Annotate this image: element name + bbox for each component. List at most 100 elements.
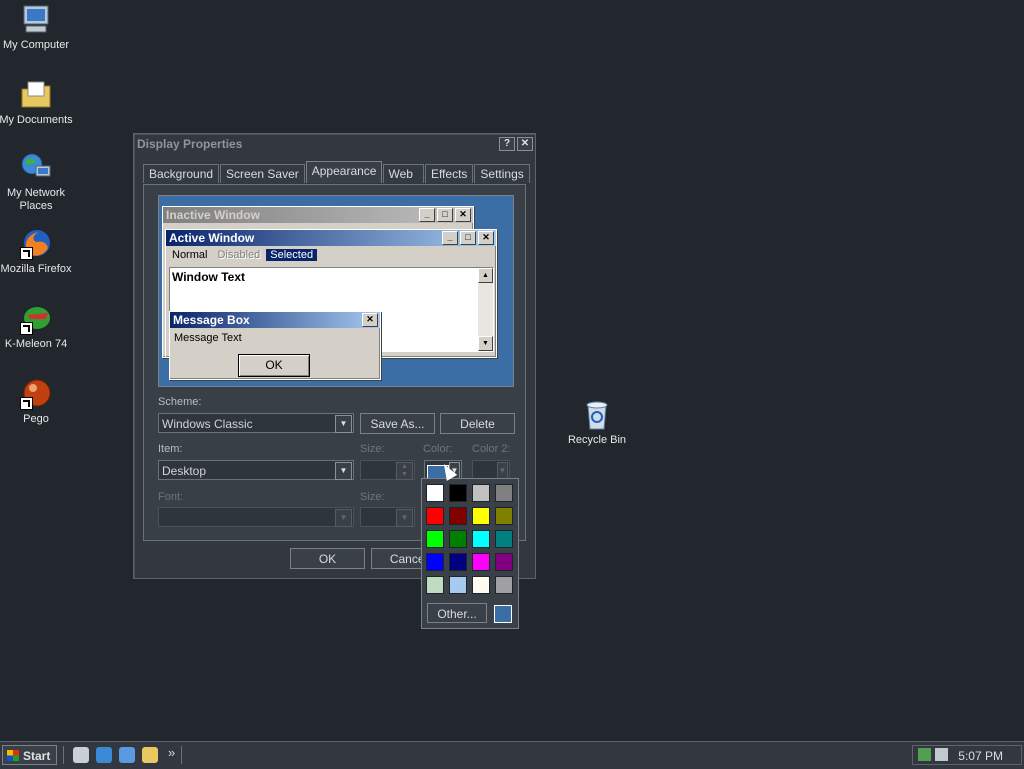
maximize-icon: □	[437, 208, 453, 222]
msgbox-title: Message Box	[173, 313, 250, 327]
tab-background[interactable]: Background	[143, 164, 220, 183]
desktop-icon-recycle-bin[interactable]: Recycle Bin	[559, 399, 635, 447]
close-icon: ✕	[455, 208, 471, 222]
recycle-bin-icon	[581, 399, 613, 431]
font-size-select[interactable]: ▼	[360, 507, 415, 527]
shortcut-arrow-icon	[20, 247, 33, 260]
k-meleon-icon	[20, 303, 52, 335]
other-color-button[interactable]: Other...	[427, 603, 487, 623]
menu-selected: Selected	[266, 248, 318, 261]
item-select[interactable]: Desktop ▼	[158, 460, 354, 480]
inactive-caption: Inactive Window _ □ ✕	[163, 207, 473, 223]
scheme-value: Windows Classic	[162, 417, 253, 431]
active-window-title: Active Window	[169, 231, 255, 245]
desktop-icon-my-documents[interactable]: My Documents	[0, 79, 74, 127]
color-swatch[interactable]	[472, 553, 490, 571]
chevron-down-icon[interactable]: ▼	[335, 415, 352, 433]
color-swatch[interactable]	[495, 576, 513, 594]
color2-label: Color 2:	[472, 443, 511, 455]
tab-web[interactable]: Web	[383, 164, 424, 183]
window-text: Window Text	[172, 270, 245, 284]
appearance-preview[interactable]: Inactive Window _ □ ✕ Active Window _ □ …	[158, 195, 514, 387]
scheme-select[interactable]: Windows Classic ▼	[158, 413, 354, 433]
item-label: Item:	[158, 443, 183, 455]
color-swatch[interactable]	[426, 530, 444, 548]
color-swatch[interactable]	[426, 576, 444, 594]
my-computer-icon	[20, 4, 52, 36]
desktop-icon-label: Mozilla Firefox	[0, 263, 72, 275]
preview-scrollbar: ▲ ▼	[478, 268, 493, 351]
color-swatch[interactable]	[472, 576, 490, 594]
size-spinner[interactable]: ▲ ▼	[360, 460, 415, 480]
scheme-label: Scheme:	[158, 396, 202, 408]
tab-screen-saver[interactable]: Screen Saver	[220, 164, 305, 183]
chevron-down-icon[interactable]: ▼	[335, 462, 352, 480]
tab-appearance[interactable]: Appearance	[305, 161, 383, 183]
color-swatch[interactable]	[495, 553, 513, 571]
tab-effects[interactable]: Effects	[424, 164, 474, 183]
menu-normal: Normal	[172, 248, 208, 261]
other-color-swatch[interactable]	[494, 605, 512, 623]
color-swatch[interactable]	[426, 484, 444, 502]
close-icon: ✕	[362, 313, 378, 327]
color-swatch[interactable]	[495, 530, 513, 548]
desktop-icon-label: My Documents	[0, 114, 73, 126]
color-swatch[interactable]	[426, 507, 444, 525]
tray-icon-app[interactable]	[918, 748, 931, 761]
help-button[interactable]: ?	[499, 137, 515, 151]
color-swatch[interactable]	[495, 507, 513, 525]
desktop-icon-my-computer[interactable]: My Computer	[0, 4, 74, 52]
color-swatch[interactable]	[426, 553, 444, 571]
color-swatch[interactable]	[449, 576, 467, 594]
dialog-titlebar[interactable]: Display Properties ? ✕	[134, 134, 535, 154]
quick-launch-chevron[interactable]: »	[168, 745, 175, 760]
color-swatch[interactable]	[472, 507, 490, 525]
tab-strip: Background Screen Saver Appearance Web E…	[143, 161, 531, 184]
scroll-up-icon: ▲	[478, 268, 493, 283]
size-label: Size:	[360, 443, 385, 455]
delete-button[interactable]: Delete	[440, 413, 515, 434]
close-icon: ✕	[478, 231, 494, 245]
color-swatch[interactable]	[449, 484, 467, 502]
taskbar: Start » 5:07 PM	[0, 741, 1024, 769]
explorer-icon[interactable]	[142, 747, 158, 763]
minimize-icon: _	[419, 208, 435, 222]
internet-explorer-icon[interactable]	[96, 747, 112, 763]
preview-message-box: Message Box ✕ Message Text OK	[169, 311, 381, 380]
active-caption: Active Window _ □ ✕	[166, 230, 496, 246]
color2-picker-button[interactable]: ▼	[472, 460, 510, 480]
desktop-icon-k-meleon[interactable]: K-Meleon 74	[0, 303, 74, 351]
color-swatch[interactable]	[495, 484, 513, 502]
color-swatch[interactable]	[449, 507, 467, 525]
save-as-button[interactable]: Save As...	[360, 413, 435, 434]
msgbox-caption: Message Box ✕	[170, 312, 380, 328]
tray-icon-network[interactable]	[935, 748, 948, 761]
maximize-icon: □	[460, 231, 476, 245]
color-swatch[interactable]	[472, 484, 490, 502]
font-label: Font:	[158, 491, 184, 503]
color-swatch[interactable]	[449, 553, 467, 571]
font-size-label: Size:	[360, 491, 385, 503]
tab-settings[interactable]: Settings	[474, 164, 530, 183]
outlook-express-icon[interactable]	[119, 747, 135, 763]
desktop-icon-label: K-Meleon 74	[4, 338, 68, 350]
desktop-icon-pego[interactable]: Pego	[0, 378, 74, 426]
desktop-icon-label: My Computer	[2, 39, 70, 51]
close-button[interactable]: ✕	[517, 137, 533, 151]
start-button[interactable]: Start	[2, 745, 57, 765]
font-select[interactable]: ▼	[158, 507, 354, 527]
desktop-icon-firefox[interactable]: Mozilla Firefox	[0, 228, 74, 276]
color-swatch[interactable]	[449, 530, 467, 548]
show-desktop-icon[interactable]	[73, 747, 89, 763]
item-value: Desktop	[162, 464, 207, 478]
start-label: Start	[23, 749, 51, 763]
clock[interactable]: 5:07 PM	[958, 749, 1003, 763]
ok-button[interactable]: OK	[290, 548, 365, 569]
desktop-icon-network-places[interactable]: My Network Places	[0, 152, 74, 213]
pego-icon	[20, 378, 52, 410]
color-swatch[interactable]	[472, 530, 490, 548]
msgbox-text: Message Text	[174, 332, 242, 344]
system-tray: 5:07 PM	[912, 745, 1022, 765]
windows-logo-icon	[7, 750, 19, 761]
chevron-down-icon: ▼	[335, 509, 352, 527]
